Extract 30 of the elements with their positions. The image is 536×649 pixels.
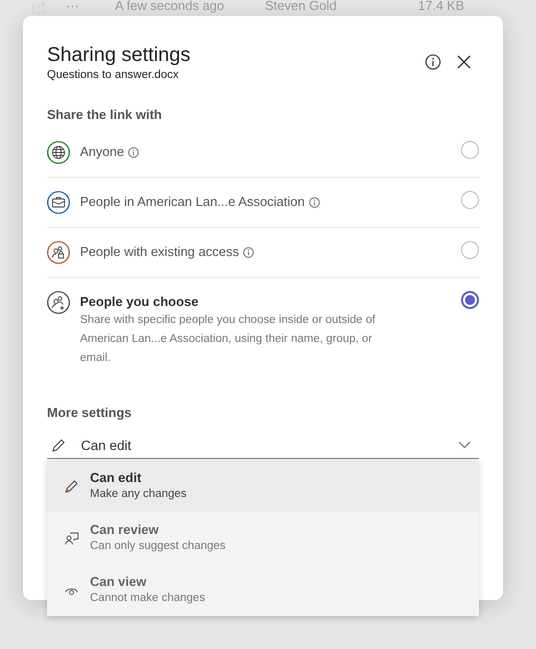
file-modified: A few seconds ago [115, 0, 224, 14]
radio-button[interactable] [461, 241, 479, 259]
radio-button[interactable] [461, 191, 479, 209]
pencil-icon [51, 438, 66, 452]
section-heading: Share the link with [47, 107, 163, 122]
person-comment-icon [64, 530, 79, 546]
close-icon[interactable] [457, 55, 471, 69]
section-heading: More settings [47, 405, 133, 420]
file-size: 17.4 KB [418, 0, 464, 14]
file-owner: Steven Gold [265, 0, 337, 14]
info-icon[interactable] [308, 196, 320, 208]
option-description: Share with specific people you choose inside or outside of American Lan...e Association, using their name, group, or email. [80, 313, 376, 366]
menu-item[interactable]: Can review Can only suggest changes [47, 512, 479, 564]
menu-item[interactable]: Can edit Make any changes [47, 460, 479, 512]
chevron-down-icon [458, 441, 471, 449]
option-label: People in American Lan...e Association [80, 194, 305, 210]
more-text: ··· [66, 0, 79, 14]
file-name: Questions to answer.docx [47, 68, 180, 82]
option-label: People with existing access [80, 244, 239, 260]
menu-item[interactable]: Can view Cannot make changes [47, 564, 479, 616]
info-icon[interactable] [425, 54, 441, 70]
radio-button[interactable] [461, 291, 479, 309]
radio-button[interactable] [461, 141, 479, 159]
option-label: Anyone [80, 144, 124, 160]
dialog-title: Sharing settings [47, 43, 192, 68]
info-icon[interactable] [242, 246, 254, 258]
option-label: People you choose [80, 294, 198, 310]
info-icon[interactable] [128, 146, 140, 158]
permission-dropdown[interactable]: Can edit [47, 432, 479, 459]
pencil-icon [64, 478, 79, 494]
